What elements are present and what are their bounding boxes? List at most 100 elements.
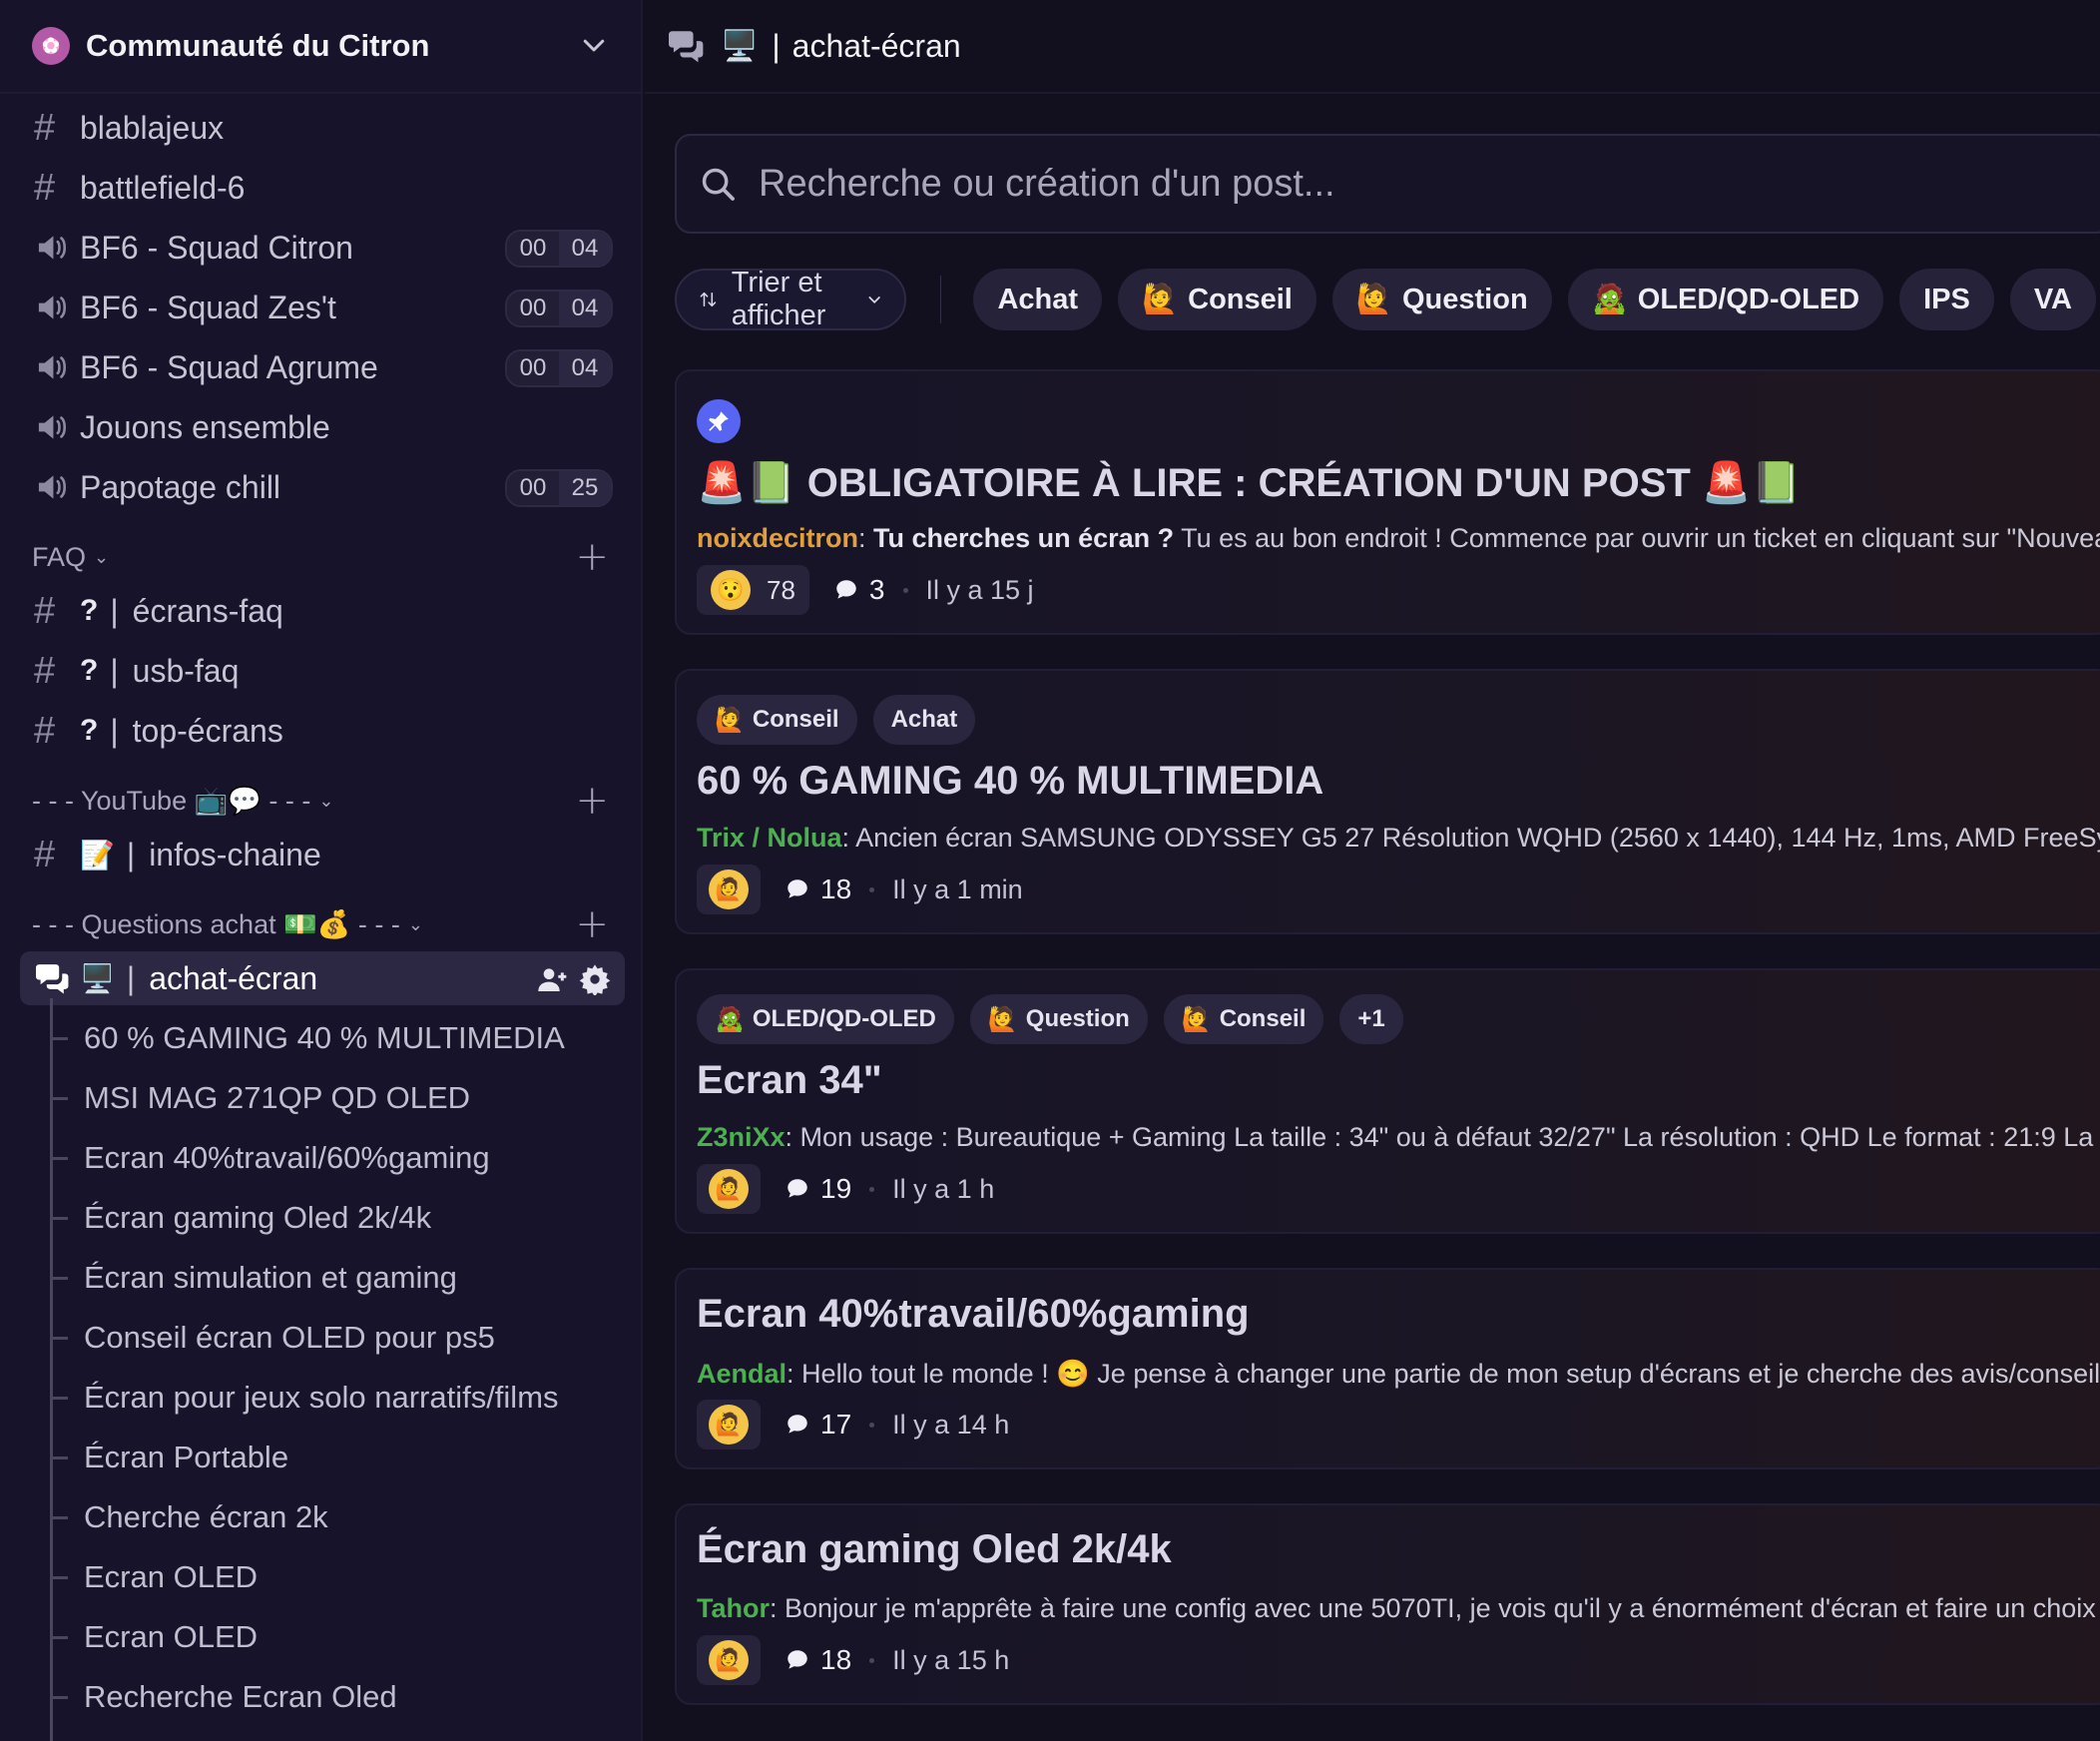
pin-icon — [697, 399, 741, 443]
channel-ecrans-faq[interactable]: # ? | écrans-faq — [20, 584, 625, 638]
thread-item[interactable]: Recherche Ecran Oled — [50, 1670, 397, 1724]
post-time: Il y a 1 h — [892, 1173, 995, 1204]
thread-item[interactable]: Écran pour jeux solo narratifs/films — [50, 1371, 559, 1425]
channel-label: top-écrans — [132, 712, 283, 749]
chevron-down-icon — [868, 296, 880, 303]
category-label: - - - Questions achat 💵💰 - - - — [32, 909, 400, 939]
raising-hand-icon: 🙋 — [987, 1005, 1018, 1033]
reaction-emoji-icon: 😯 — [711, 570, 751, 610]
post-card[interactable]: 🙋 Conseil Achat 60 % GAMING 40 % MULTIMED… — [675, 669, 2100, 934]
voice-channel-bf6-squad-zest[interactable]: BF6 - Squad Zes't 00 04 — [20, 281, 625, 334]
post-meta: 🙋 18 Il y a 1 min — [697, 865, 1023, 914]
hash-icon: # — [34, 106, 56, 149]
reaction-button[interactable]: 😯 78 — [697, 565, 809, 615]
thread-item[interactable]: Ecran 40%travail/60%gaming — [50, 1131, 490, 1185]
post-title: Ecran 34" — [697, 1058, 882, 1102]
channel-blablajeux[interactable]: # blablajeux — [20, 101, 625, 155]
comment-count: 18 — [785, 1644, 851, 1676]
channel-infos-chaine[interactable]: # 📝 | infos-chaine — [20, 828, 625, 881]
filter-tag-oled[interactable]: 🧟 OLED/QD-OLED — [1567, 269, 1884, 330]
category-youtube[interactable]: - - - YouTube 📺💬 - - - ⌄ — [32, 781, 333, 821]
filter-tag-achat[interactable]: Achat — [973, 269, 1103, 330]
channel-battlefield-6[interactable]: # battlefield-6 — [20, 161, 625, 215]
thread-item[interactable]: Écran Portable — [50, 1431, 288, 1484]
hash-icon: # — [34, 166, 56, 209]
voice-user-count: 00 04 — [505, 349, 613, 387]
channel-header: 🖥️ | achat-écran — [645, 0, 2100, 94]
post-time: Il y a 15 j — [925, 574, 1034, 605]
voice-channel-papotage-chill[interactable]: Papotage chill 00 25 — [20, 460, 625, 514]
filter-tag-ips[interactable]: IPS — [1899, 269, 1994, 330]
voice-user-count: 00 04 — [505, 230, 613, 268]
hash-icon: # — [34, 709, 56, 752]
reaction-button[interactable]: 🙋 — [697, 1635, 761, 1685]
reaction-button[interactable]: 🙋 — [697, 1164, 761, 1214]
speaker-icon — [34, 291, 80, 323]
separator-dot — [869, 1422, 875, 1428]
voice-channel-bf6-squad-agrume[interactable]: BF6 - Squad Agrume 00 04 — [20, 340, 625, 394]
zombie-icon: 🧟 — [715, 1005, 745, 1033]
gear-icon[interactable] — [579, 963, 611, 995]
voice-channel-bf6-squad-citron[interactable]: BF6 - Squad Citron 00 04 — [20, 221, 625, 275]
thread-item[interactable]: 60 % GAMING 40 % MULTIMEDIA — [50, 1011, 565, 1065]
category-faq[interactable]: FAQ ⌄ — [32, 537, 109, 577]
channel-label: Papotage chill — [80, 468, 281, 505]
filter-tag-question[interactable]: 🙋 Question — [1331, 269, 1552, 330]
search-input[interactable] — [759, 162, 2056, 206]
post-meta: 🙋 19 Il y a 1 h — [697, 1164, 994, 1214]
channel-usb-faq[interactable]: # ? | usb-faq — [20, 644, 625, 698]
post-title: 60 % GAMING 40 % MULTIMEDIA — [697, 759, 1324, 803]
chevron-down-icon[interactable] — [579, 30, 609, 60]
channel-top-ecrans[interactable]: # ? | top-écrans — [20, 704, 625, 758]
add-channel-plus-icon[interactable]: + — [575, 904, 609, 944]
post-card[interactable]: 🧟 OLED/QD-OLED 🙋 Question 🙋 Conseil +1 Ecra… — [675, 968, 2100, 1234]
thread-item[interactable]: Écran simulation et gaming — [50, 1251, 457, 1305]
post-card[interactable]: Ecran 40%travail/60%gaming Aendal: Hello… — [675, 1268, 2100, 1469]
reaction-button[interactable]: 🙋 — [697, 865, 761, 914]
invite-user-icon[interactable] — [537, 963, 569, 995]
sort-and-display-button[interactable]: Trier et afficher — [675, 267, 907, 331]
comment-icon — [836, 580, 856, 599]
category-questions-achat[interactable]: - - - Questions achat 💵💰 - - - ⌄ — [32, 904, 423, 944]
category-label: - - - YouTube 📺💬 - - - — [32, 786, 311, 816]
post-preview: Aendal: Hello tout le monde ! 😊 Je pense… — [697, 1359, 2100, 1389]
post-author: Trix / Nolua — [697, 823, 842, 853]
add-channel-plus-icon[interactable]: + — [575, 781, 609, 821]
forum-channel-achat-ecran[interactable]: 🖥️ | achat-écran — [20, 951, 625, 1005]
server-header[interactable]: ✿ Communauté du Citron — [0, 0, 643, 94]
post-card[interactable]: Écran gaming Oled 2k/4k Tahor: Bonjour j… — [675, 1503, 2100, 1705]
category-label: FAQ — [32, 541, 87, 572]
chevron-down-icon: ⌄ — [94, 546, 110, 567]
post-tag: 🙋 Conseil — [697, 695, 857, 745]
post-tags: 🙋 Conseil Achat — [697, 695, 976, 745]
thread-item[interactable]: Ecran OLED — [50, 1550, 258, 1604]
reaction-emoji-icon: 🙋 — [709, 1640, 749, 1680]
reaction-emoji-icon: 🙋 — [709, 1405, 749, 1445]
sort-arrows-icon — [700, 291, 717, 307]
forum-main: 🖥️ | achat-écran Trier et afficher Achat… — [645, 0, 2100, 1741]
post-search-bar[interactable] — [675, 134, 2100, 234]
thread-item[interactable]: MSI MAG 271QP QD OLED — [50, 1071, 470, 1125]
thread-item[interactable]: Ecran OLED — [50, 1610, 258, 1664]
raising-hand-icon: 🙋 — [1355, 284, 1392, 315]
add-channel-plus-icon[interactable]: + — [575, 537, 609, 577]
channel-sidebar: ✿ Communauté du Citron # blablajeux # ba… — [0, 0, 643, 1741]
comment-count: 19 — [785, 1173, 851, 1205]
post-card-pinned[interactable]: 🚨📗 OBLIGATOIRE À LIRE : CRÉATION D'UN PO… — [675, 369, 2100, 635]
post-author: noixdecitron — [697, 523, 859, 553]
comment-count: 3 — [833, 574, 885, 606]
separator: | — [110, 712, 119, 749]
comment-icon — [788, 879, 807, 898]
thread-item[interactable]: Cherche écran 2k — [50, 1490, 328, 1544]
post-tags: 🧟 OLED/QD-OLED 🙋 Question 🙋 Conseil +1 — [697, 994, 1403, 1044]
separator: | — [126, 959, 136, 996]
speaker-icon — [34, 411, 80, 443]
filter-tag-va[interactable]: VA — [2009, 269, 2096, 330]
reaction-button[interactable]: 🙋 — [697, 1400, 761, 1450]
voice-channel-jouons-ensemble[interactable]: Jouons ensemble — [20, 400, 625, 454]
thread-item[interactable]: Écran gaming Oled 2k/4k — [50, 1191, 431, 1245]
thread-item[interactable]: Conseil écran OLED pour ps5 — [50, 1311, 495, 1365]
filter-tag-conseil[interactable]: 🙋 Conseil — [1118, 269, 1316, 330]
channel-label: écrans-faq — [132, 592, 283, 629]
comment-icon — [788, 1415, 807, 1434]
